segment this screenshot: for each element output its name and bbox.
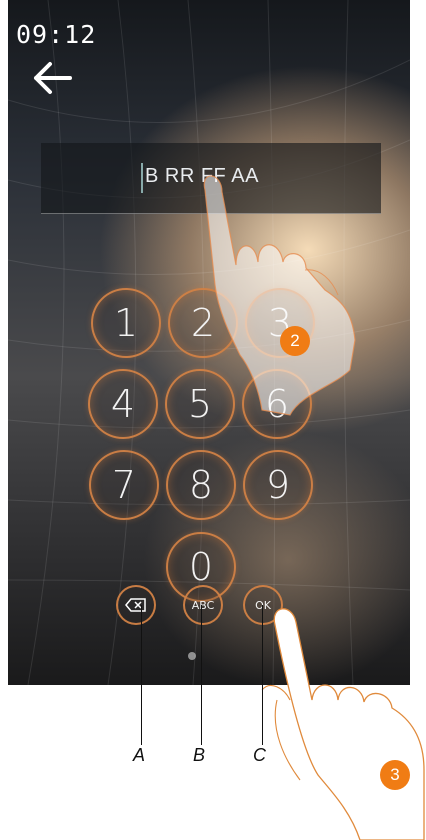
callout-line-a (141, 605, 142, 745)
abc-button[interactable]: ABC (183, 585, 223, 625)
callout-line-c (262, 605, 263, 745)
key-6[interactable]: 6 (242, 369, 312, 439)
callout-line-b (201, 605, 202, 745)
password-value: B RR FF AA (145, 165, 259, 187)
key-4[interactable]: 4 (88, 369, 158, 439)
ok-button[interactable]: OK (243, 585, 283, 625)
callout-label-b: B (193, 745, 206, 765)
backspace-icon (125, 598, 146, 612)
back-arrow-icon[interactable] (30, 60, 74, 96)
key-2[interactable]: 2 (168, 288, 238, 358)
page-indicator (188, 652, 196, 660)
intercom-screen: 09:12 B RR FF AA 1 2 3 4 5 6 7 8 9 0 ABC… (8, 0, 410, 685)
key-7[interactable]: 7 (89, 450, 159, 520)
key-1[interactable]: 1 (91, 288, 161, 358)
step-2-badge: 2 (280, 326, 310, 356)
key-9[interactable]: 9 (243, 450, 313, 520)
text-cursor (141, 163, 143, 193)
delete-button[interactable] (116, 585, 156, 625)
step-3-badge: 3 (380, 760, 410, 790)
key-8[interactable]: 8 (166, 450, 236, 520)
password-input[interactable]: B RR FF AA (41, 143, 381, 214)
status-time: 09:12 (16, 20, 97, 49)
callout-label-c: C (253, 745, 266, 765)
callout-label-a: A (133, 745, 146, 765)
key-5[interactable]: 5 (165, 369, 235, 439)
